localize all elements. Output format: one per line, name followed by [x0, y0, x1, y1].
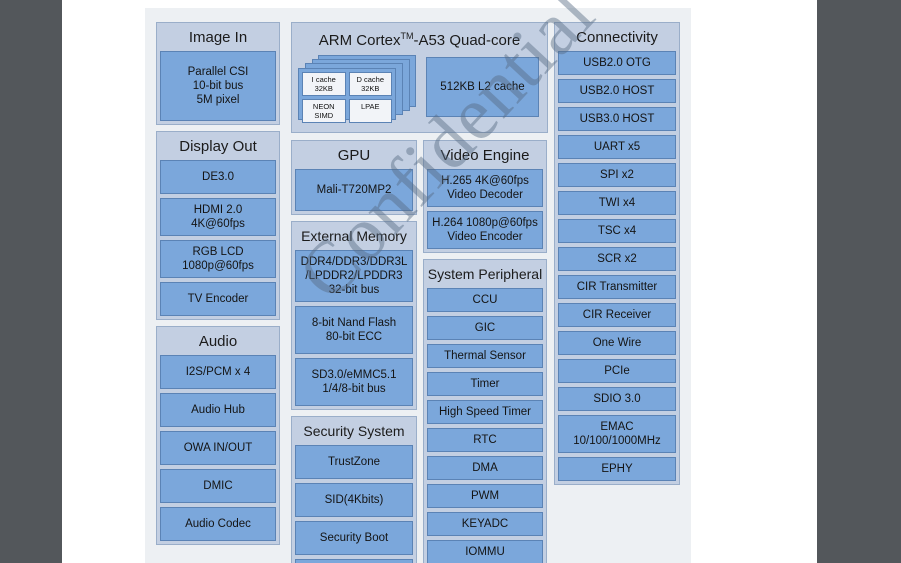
cpu-cell-neon-simd: NEON SIMD: [302, 99, 346, 123]
column-mid-right: Video Engine H.265 4K@60fps Video Decoder…: [423, 140, 547, 563]
block-rgb-lcd[interactable]: RGB LCD 1080p@60fps: [160, 240, 276, 278]
block-usb20-host[interactable]: USB2.0 HOST: [558, 79, 676, 103]
block-usb30-host[interactable]: USB3.0 HOST: [558, 107, 676, 131]
group-title-cpu: ARM CortexTM-A53 Quad-core: [292, 23, 547, 51]
cpu-core-stack: I cache 32KB D cache 32KB NEON SIMD LPAE: [298, 55, 416, 123]
block-scr[interactable]: SCR x2: [558, 247, 676, 271]
block-uart[interactable]: UART x5: [558, 135, 676, 159]
group-title-security-system: Security System: [303, 423, 405, 439]
cpu-cell-d-cache: D cache 32KB: [348, 72, 392, 96]
block-tv-encoder[interactable]: TV Encoder: [160, 282, 276, 316]
block-twi[interactable]: TWI x4: [558, 191, 676, 215]
block-pcie[interactable]: PCIe: [558, 359, 676, 383]
block-timer[interactable]: Timer: [427, 372, 543, 396]
block-h264-encoder[interactable]: H.264 1080p@60fps Video Encoder: [427, 211, 543, 249]
block-hdmi-20[interactable]: HDMI 2.0 4K@60fps: [160, 198, 276, 236]
block-crypto-engine[interactable]: Crypto Engine: [295, 559, 413, 563]
group-title-gpu: GPU: [337, 147, 371, 164]
block-ddr[interactable]: DDR4/DDR3/DDR3L/LPDDR2/LPDDR3 32-bit bus: [295, 250, 413, 302]
block-keyadc[interactable]: KEYADC: [427, 512, 543, 536]
block-high-speed-timer[interactable]: High Speed Timer: [427, 400, 543, 424]
column-middle: GPU Mali-T720MP2 External Memory DDR4/DD…: [291, 140, 417, 563]
group-display-out: Display Out DE3.0 HDMI 2.0 4K@60fps RGB L…: [156, 131, 280, 320]
block-de30[interactable]: DE3.0: [160, 160, 276, 194]
cpu-core-front-face: I cache 32KB D cache 32KB NEON SIMD LPAE: [299, 69, 395, 126]
block-parallel-csi[interactable]: Parallel CSI 10-bit bus 5M pixel: [160, 51, 276, 121]
block-pwm[interactable]: PWM: [427, 484, 543, 508]
block-i2s-pcm[interactable]: I2S/PCM x 4: [160, 355, 276, 389]
block-nand-flash[interactable]: 8-bit Nand Flash 80-bit ECC: [295, 306, 413, 354]
cpu-title-main: ARM Cortex: [318, 32, 401, 49]
group-image-in: Image In Parallel CSI 10-bit bus 5M pixel: [156, 22, 280, 125]
block-one-wire[interactable]: One Wire: [558, 331, 676, 355]
group-security-system: Security System TrustZone SID(4Kbits) Se…: [291, 416, 417, 563]
block-gic[interactable]: GIC: [427, 316, 543, 340]
diagram-canvas: Image In Parallel CSI 10-bit bus 5M pixel …: [145, 0, 691, 563]
block-owa-in-out[interactable]: OWA IN/OUT: [160, 431, 276, 465]
cpu-body: I cache 32KB D cache 32KB NEON SIMD LPAE 51…: [292, 51, 547, 123]
block-dmic[interactable]: DMIC: [160, 469, 276, 503]
block-sdio-30[interactable]: SDIO 3.0: [558, 387, 676, 411]
block-sd-emmc[interactable]: SD3.0/eMMC5.1 1/4/8-bit bus: [295, 358, 413, 406]
block-dma[interactable]: DMA: [427, 456, 543, 480]
group-connectivity: Connectivity USB2.0 OTG USB2.0 HOST USB3…: [554, 22, 680, 485]
block-l2-cache[interactable]: 512KB L2 cache: [426, 57, 539, 117]
cpu-cell-lpae: LPAE: [348, 99, 392, 123]
block-tsc[interactable]: TSC x4: [558, 219, 676, 243]
block-trustzone[interactable]: TrustZone: [295, 445, 413, 479]
column-left: Image In Parallel CSI 10-bit bus 5M pixel …: [156, 22, 280, 551]
block-ephy[interactable]: EPHY: [558, 457, 676, 481]
block-h265-decoder[interactable]: H.265 4K@60fps Video Decoder: [427, 169, 543, 207]
group-title-connectivity: Connectivity: [576, 29, 658, 46]
block-ccu[interactable]: CCU: [427, 288, 543, 312]
cpu-title-rest: -A53 Quad-core: [413, 32, 521, 49]
block-iommu[interactable]: IOMMU: [427, 540, 543, 563]
block-sid[interactable]: SID(4Kbits): [295, 483, 413, 517]
group-title-audio: Audio: [198, 333, 238, 350]
column-right: Connectivity USB2.0 OTG USB2.0 HOST USB3…: [554, 22, 680, 491]
cpu-cell-i-cache: I cache 32KB: [302, 72, 346, 96]
block-rtc[interactable]: RTC: [427, 428, 543, 452]
block-usb20-otg[interactable]: USB2.0 OTG: [558, 51, 676, 75]
group-cpu-cluster: ARM CortexTM-A53 Quad-core I cache 32KB D…: [291, 22, 548, 133]
right-side-panel: [817, 0, 901, 563]
block-emac[interactable]: EMAC 10/100/1000MHz: [558, 415, 676, 453]
soc-block-diagram: Image In Parallel CSI 10-bit bus 5M pixel …: [0, 0, 901, 563]
group-gpu: GPU Mali-T720MP2: [291, 140, 417, 215]
group-title-system-peripheral: System Peripheral: [427, 266, 543, 282]
block-cir-receiver[interactable]: CIR Receiver: [558, 303, 676, 327]
group-external-memory: External Memory DDR4/DDR3/DDR3L/LPDDR2/L…: [291, 221, 417, 410]
group-video-engine: Video Engine H.265 4K@60fps Video Decoder…: [423, 140, 547, 253]
block-spi[interactable]: SPI x2: [558, 163, 676, 187]
group-title-image-in: Image In: [188, 29, 248, 46]
block-audio-codec[interactable]: Audio Codec: [160, 507, 276, 541]
block-audio-hub[interactable]: Audio Hub: [160, 393, 276, 427]
group-title-external-memory: External Memory: [301, 228, 407, 244]
group-title-display-out: Display Out: [179, 138, 257, 155]
cpu-title-trademark: TM: [400, 31, 414, 41]
block-mali-t720mp2[interactable]: Mali-T720MP2: [295, 169, 413, 211]
cpu-core-layer-1[interactable]: I cache 32KB D cache 32KB NEON SIMD LPAE: [298, 68, 396, 123]
block-cir-transmitter[interactable]: CIR Transmitter: [558, 275, 676, 299]
block-security-boot[interactable]: Security Boot: [295, 521, 413, 555]
group-audio: Audio I2S/PCM x 4 Audio Hub OWA IN/OUT D…: [156, 326, 280, 545]
cpu-core-row-caches: I cache 32KB D cache 32KB: [302, 72, 392, 96]
group-title-video-engine: Video Engine: [440, 147, 530, 164]
left-side-panel: [0, 0, 62, 563]
group-system-peripheral: System Peripheral CCU GIC Thermal Sensor…: [423, 259, 547, 563]
block-thermal-sensor[interactable]: Thermal Sensor: [427, 344, 543, 368]
cpu-core-row-features: NEON SIMD LPAE: [302, 99, 392, 123]
